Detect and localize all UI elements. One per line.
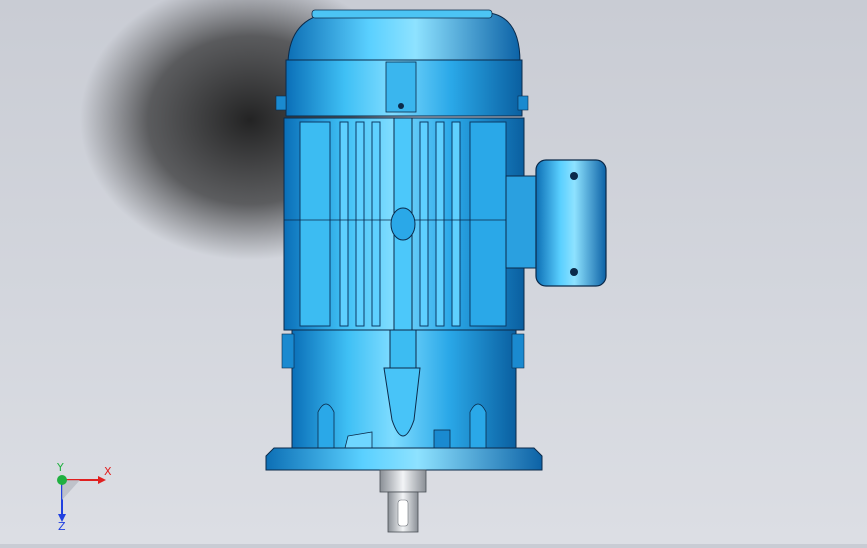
motor-model[interactable] bbox=[0, 0, 867, 544]
fan-cover-ring bbox=[311, 9, 493, 19]
graphics-viewport[interactable]: X Y Z bbox=[0, 0, 867, 544]
shaft-collar bbox=[379, 469, 427, 493]
cover-tab-left bbox=[275, 95, 287, 111]
mounting-flange[interactable] bbox=[265, 447, 543, 471]
cover-tab-right bbox=[517, 95, 529, 111]
z-axis-label: Z bbox=[58, 520, 66, 530]
housing-boss-left bbox=[281, 333, 295, 369]
flange-rib-left bbox=[317, 403, 335, 451]
terminal-screw bbox=[570, 172, 578, 180]
x-axis-label: X bbox=[104, 465, 112, 478]
shaft-keyway bbox=[397, 499, 409, 527]
terminal-box[interactable] bbox=[535, 159, 607, 287]
terminal-screw bbox=[570, 268, 578, 276]
drain-boss bbox=[389, 329, 417, 369]
flange-slot bbox=[433, 429, 451, 449]
lifting-eye[interactable] bbox=[390, 207, 416, 241]
flange-rib-right bbox=[469, 403, 487, 451]
terminal-box-neck bbox=[505, 175, 541, 269]
cover-screw bbox=[398, 103, 404, 109]
fan-cover[interactable] bbox=[287, 12, 521, 63]
y-axis-point bbox=[57, 475, 67, 485]
orientation-triad[interactable]: X Y Z bbox=[40, 460, 120, 530]
y-axis-label: Y bbox=[56, 461, 64, 474]
housing-boss-right bbox=[511, 333, 525, 369]
